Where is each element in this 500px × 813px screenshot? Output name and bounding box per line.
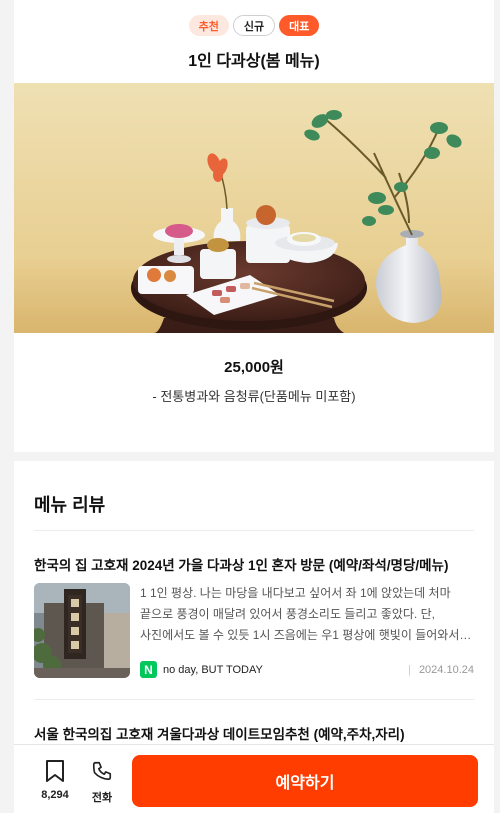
review-author: no day, BUT TODAY <box>163 663 263 676</box>
menu-description: - 전통병과와 음청류(단품메뉴 미포함) <box>152 389 356 404</box>
divider <box>34 699 474 700</box>
review-title[interactable]: 한국의 집 고호재 2024년 가을 다과상 1인 혼자 방문 (예약/좌석/명… <box>34 554 448 574</box>
review-excerpt[interactable]: 1 1인 평상. 나는 마당을 내다보고 싶어서 좌 1에 앉았는데 처마 끝으… <box>140 583 474 646</box>
review-source[interactable]: N no day, BUT TODAY <box>140 661 263 678</box>
menu-price: 25,000원 <box>224 359 284 376</box>
review-photo <box>34 583 130 678</box>
call-button[interactable]: 전화 <box>88 759 116 805</box>
naver-blog-icon: N <box>140 661 157 678</box>
reserve-button[interactable]: 예약하기 <box>132 755 478 807</box>
bookmark-icon <box>46 760 64 782</box>
menu-photo[interactable] <box>14 83 494 333</box>
menu-detail-card: 추천 신규 대표 1인 다과상(봄 메뉴) 25,000원 - 전통병과와 음청… <box>14 0 494 452</box>
tea-set-image <box>14 83 494 333</box>
bookmark-count: 8,294 <box>41 789 69 801</box>
badge-recommended: 추천 <box>188 15 229 36</box>
menu-badges: 추천 신규 대표 <box>14 15 494 36</box>
review-title[interactable]: 서울 한국의집 고호재 겨울다과상 데이트모임추천 (예약,주차,자리) <box>34 723 405 743</box>
menu-title: 1인 다과상(봄 메뉴) <box>188 53 320 70</box>
bookmark-button[interactable]: 8,294 <box>36 759 74 801</box>
badge-signature: 대표 <box>279 15 320 36</box>
section-title: 메뉴 리뷰 <box>34 495 106 515</box>
divider <box>34 530 474 531</box>
call-label: 전화 <box>91 792 113 804</box>
badge-new: 신규 <box>232 15 276 36</box>
phone-icon <box>92 761 112 781</box>
review-date: 2024.10.24 <box>408 664 474 676</box>
review-thumbnail[interactable] <box>34 583 130 678</box>
bottom-action-bar: 8,294 전화 예약하기 <box>14 744 494 813</box>
menu-review-section: 메뉴 리뷰 한국의 집 고호재 2024년 가을 다과상 1인 혼자 방문 (예… <box>14 461 494 751</box>
